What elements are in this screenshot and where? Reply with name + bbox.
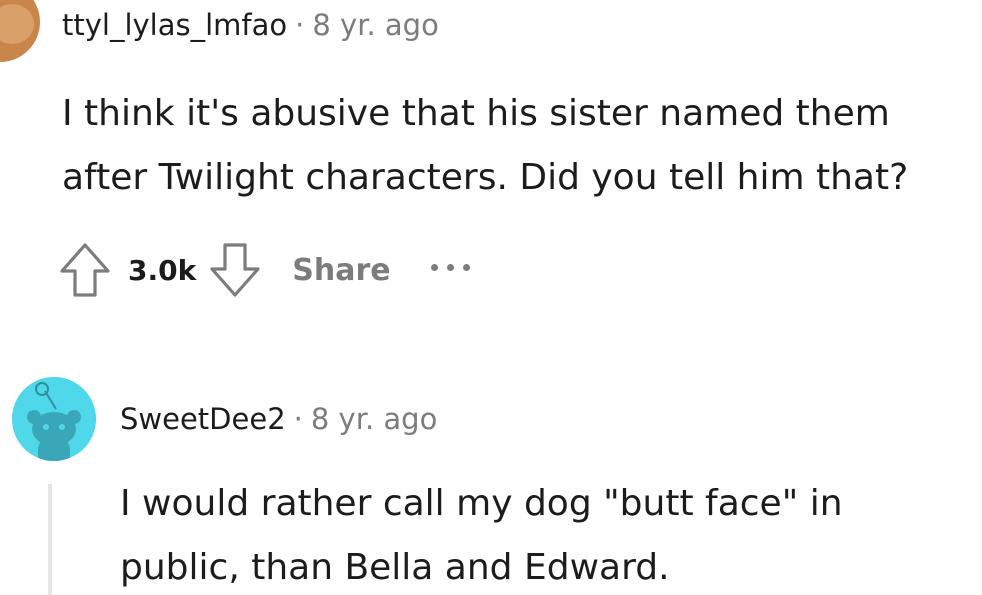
avatar-face xyxy=(0,4,34,44)
downvote-button[interactable] xyxy=(206,241,264,299)
comment-meta: SweetDee2 · 8 yr. ago xyxy=(120,402,437,436)
upvote-button[interactable] xyxy=(56,241,114,299)
comment-body: I would rather call my dog "butt face" i… xyxy=(120,483,843,588)
comment: ttyl_lylas_lmfao · 8 yr. ago I think it's … xyxy=(0,0,982,330)
user-avatar[interactable] xyxy=(0,0,40,62)
vote-score: 3.0k xyxy=(128,253,197,287)
thread-collapse-line[interactable] xyxy=(48,484,52,595)
meta-separator: · xyxy=(295,8,305,42)
horizontal-ellipsis-icon xyxy=(430,263,438,271)
user-avatar[interactable] xyxy=(12,377,96,461)
username-link[interactable]: ttyl_lylas_lmfao xyxy=(62,8,287,42)
comment-body: I think it's abusive that his sister nam… xyxy=(62,93,909,198)
arrow-up-outline-icon xyxy=(60,243,110,297)
ellipsis-dot xyxy=(462,263,470,271)
comment-meta: ttyl_lylas_lmfao · 8 yr. ago xyxy=(62,8,439,42)
comment: SweetDee2 · 8 yr. ago I would rather call … xyxy=(0,370,982,595)
share-button[interactable]: Share xyxy=(292,253,390,288)
username-link[interactable]: SweetDee2 xyxy=(120,402,286,436)
snoo-avatar-icon xyxy=(12,377,96,461)
comment-timestamp[interactable]: 8 yr. ago xyxy=(312,8,438,42)
meta-separator: · xyxy=(293,402,303,436)
arrow-down-outline-icon xyxy=(210,243,260,297)
comment-action-bar: 3.0k Share xyxy=(56,238,470,302)
comment-timestamp[interactable]: 8 yr. ago xyxy=(311,402,437,436)
ellipsis-dot xyxy=(446,263,454,271)
more-options-button[interactable] xyxy=(430,263,470,277)
